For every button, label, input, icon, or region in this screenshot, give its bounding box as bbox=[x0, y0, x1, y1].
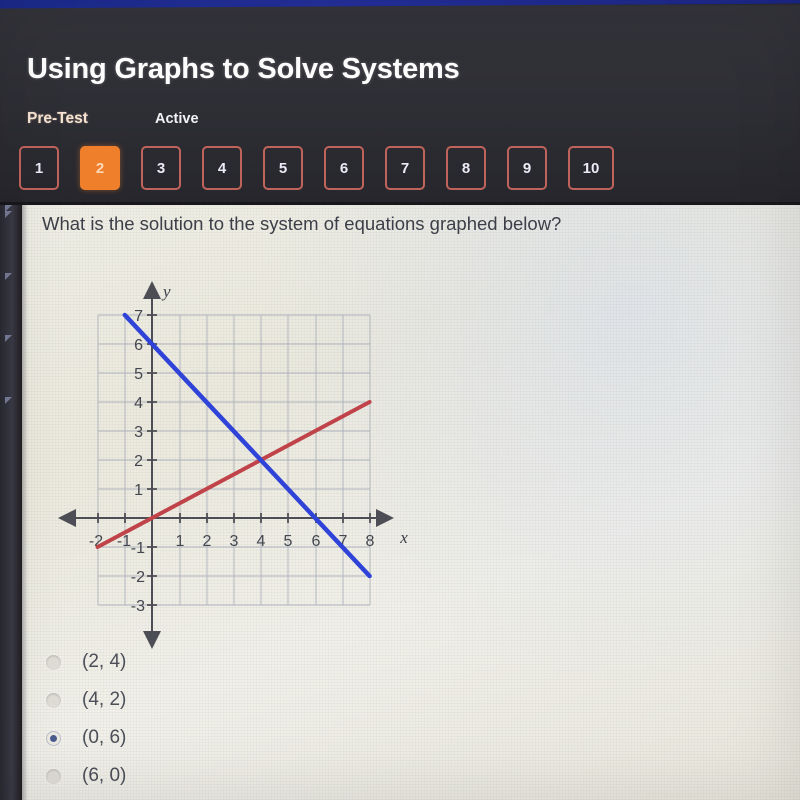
question-pill-10[interactable]: 10 bbox=[568, 146, 614, 190]
answer-option-label: (0, 6) bbox=[82, 727, 127, 748]
axes bbox=[58, 281, 394, 649]
y-axis-label: y bbox=[161, 282, 171, 301]
triangle-marker-icon bbox=[5, 397, 12, 404]
question-pill-3[interactable]: 3 bbox=[141, 146, 181, 190]
radio-button-icon[interactable] bbox=[46, 654, 61, 670]
y-tick-label: 7 bbox=[134, 308, 143, 325]
y-tick-label: -1 bbox=[131, 540, 145, 557]
answer-options: (2, 4) (4, 2) (0, 6) (6, 0) bbox=[40, 643, 460, 795]
content-area: What is the solution to the system of eq… bbox=[22, 205, 800, 800]
blue-line-series bbox=[122, 312, 372, 579]
answer-option-label: (4, 2) bbox=[82, 689, 127, 710]
coordinate-graph: y x 7 6 5 4 3 2 1 -1 -2 -3 -2 -1 1 2 3 4… bbox=[42, 255, 422, 655]
y-tick-label: 3 bbox=[134, 424, 143, 441]
left-rail bbox=[0, 205, 22, 800]
triangle-marker-icon bbox=[5, 335, 12, 342]
question-pill-7[interactable]: 7 bbox=[385, 146, 425, 190]
radio-button-icon[interactable] bbox=[46, 692, 61, 708]
answer-option-2[interactable]: (4, 2) bbox=[40, 681, 460, 719]
answer-option-4[interactable]: (6, 0) bbox=[40, 757, 460, 795]
x-tick-label: 3 bbox=[230, 533, 239, 550]
question-pill-4[interactable]: 4 bbox=[202, 146, 242, 190]
y-tick-label: 4 bbox=[134, 395, 143, 412]
question-pill-9[interactable]: 9 bbox=[507, 146, 547, 190]
y-tick-label: 5 bbox=[134, 366, 143, 383]
x-tick-label: 8 bbox=[366, 533, 375, 550]
question-pill-2[interactable]: 2 bbox=[80, 146, 120, 190]
question-text: What is the solution to the system of eq… bbox=[42, 213, 562, 234]
x-axis-label: x bbox=[399, 528, 408, 547]
y-tick-label: 6 bbox=[134, 337, 143, 354]
y-tick-label: -2 bbox=[131, 569, 145, 586]
answer-option-3[interactable]: (0, 6) bbox=[40, 719, 460, 757]
x-tick-label: 6 bbox=[312, 533, 321, 550]
y-tick-label: 2 bbox=[134, 453, 143, 470]
x-tick-label: 1 bbox=[176, 533, 185, 550]
y-tick-label: 1 bbox=[134, 482, 143, 499]
graph-svg: y x 7 6 5 4 3 2 1 -1 -2 -3 -2 -1 1 2 3 4… bbox=[58, 281, 408, 649]
lesson-header: Using Graphs to Solve Systems Pre-Test A… bbox=[0, 5, 800, 205]
answer-option-1[interactable]: (2, 4) bbox=[40, 643, 460, 681]
question-pill-1[interactable]: 1 bbox=[19, 146, 59, 190]
question-navigator: 1 2 3 4 5 6 7 8 9 10 bbox=[19, 146, 614, 190]
section-label: Pre-Test bbox=[27, 110, 88, 127]
answer-option-label: (2, 4) bbox=[82, 651, 127, 672]
x-tick-label: 2 bbox=[203, 533, 212, 550]
triangle-marker-icon bbox=[5, 205, 12, 212]
triangle-marker-icon bbox=[5, 273, 12, 280]
y-tick-label: -3 bbox=[131, 598, 145, 615]
status-badge: Active bbox=[155, 111, 199, 127]
answer-option-label: (6, 0) bbox=[82, 765, 127, 786]
question-pill-5[interactable]: 5 bbox=[263, 146, 303, 190]
x-tick-label: 4 bbox=[257, 533, 266, 550]
x-tick-label: 5 bbox=[284, 533, 293, 550]
triangle-marker-icon bbox=[5, 211, 12, 218]
radio-button-icon[interactable] bbox=[46, 768, 61, 784]
question-pill-6[interactable]: 6 bbox=[324, 146, 364, 190]
screenshot-root: Using Graphs to Solve Systems Pre-Test A… bbox=[0, 0, 800, 800]
page-title: Using Graphs to Solve Systems bbox=[27, 53, 460, 85]
y-tick-labels: 7 6 5 4 3 2 1 -1 -2 -3 bbox=[131, 308, 145, 615]
question-pill-8[interactable]: 8 bbox=[446, 146, 486, 190]
radio-button-selected-icon[interactable] bbox=[46, 730, 61, 746]
